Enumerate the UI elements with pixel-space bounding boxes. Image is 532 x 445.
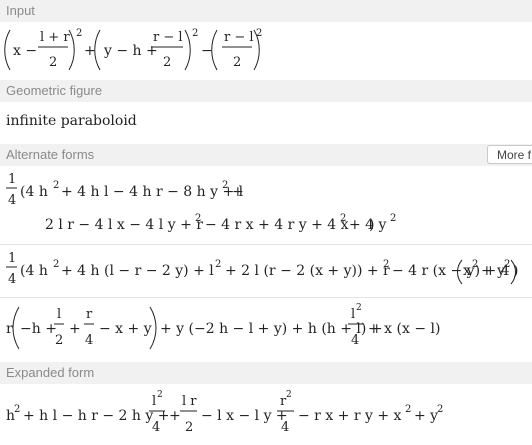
geometric-figure-header-label: Geometric figure	[6, 83, 103, 98]
svg-text:2: 2	[233, 55, 241, 70]
svg-text:4: 4	[152, 420, 160, 435]
alternate-form-2-formula: 1 4 (4 h 2 + 4 h (l − r − 2 y) + l 2 + 2…	[6, 251, 518, 287]
svg-text:+: +	[69, 321, 81, 337]
svg-text:+ 4 y: + 4 y	[349, 217, 387, 233]
svg-text:− l x − l y +: − l x − l y +	[201, 408, 288, 424]
svg-text:x: x	[463, 263, 471, 279]
expanded-form-formula: h 2 + h l − h r − 2 h y + l 2 4 + l r 2 …	[6, 390, 443, 435]
svg-text:2: 2	[222, 180, 228, 191]
svg-text:+: +	[232, 184, 244, 200]
svg-text:(4 h: (4 h	[20, 263, 48, 279]
svg-text:+ y (−2 h − l + y) + h (h + l): + y (−2 h − l + y) + h (h + l) +	[160, 321, 383, 337]
svg-text:1: 1	[8, 251, 16, 266]
svg-text:+: +	[84, 43, 96, 59]
svg-text:2: 2	[53, 259, 59, 270]
svg-text:2: 2	[163, 55, 171, 70]
svg-text:y − h +: y − h +	[103, 43, 158, 59]
input-header-label: Input	[6, 3, 35, 18]
svg-text:2: 2	[53, 180, 59, 191]
svg-text:2: 2	[340, 213, 346, 224]
svg-text:+ h l − h r − 2 h y +: + h l − h r − 2 h y +	[23, 408, 169, 424]
svg-text:4: 4	[351, 333, 359, 348]
alternate-form-3-formula: r −h + l 2 + r 4 − x + y + y (−2 h − l +…	[6, 303, 440, 350]
alternate-form-2-row: 1 4 (4 h 2 + 4 h (l − r − 2 y) + l 2 + 2…	[0, 245, 532, 297]
svg-text:4: 4	[281, 420, 289, 435]
svg-text:+ y: + y	[481, 263, 505, 279]
input-section-header: Input	[0, 0, 532, 22]
svg-text:2: 2	[215, 259, 221, 270]
svg-text:2 l r − 4 l x − 4 l y + r: 2 l r − 4 l x − 4 l y + r	[45, 217, 203, 233]
alternate-form-3-row: r −h + l 2 + r 4 − x + y + y (−2 h − l +…	[0, 298, 532, 362]
alternate-form-1-row: 1 4 (4 h 2 + 4 h l − 4 h r − 8 h y + l 2…	[0, 166, 532, 244]
svg-text:r: r	[6, 321, 13, 337]
svg-text:− x + y: − x + y	[99, 321, 152, 337]
alternate-forms-header-label: Alternate forms	[6, 147, 95, 162]
svg-text:2: 2	[76, 28, 82, 39]
svg-text:4: 4	[85, 333, 93, 348]
svg-text:r: r	[86, 307, 93, 322]
geometric-figure-value: infinite paraboloid	[6, 113, 137, 129]
expanded-form-row: h 2 + h l − h r − 2 h y + l 2 4 + l r 2 …	[0, 384, 532, 445]
svg-text:l r: l r	[182, 394, 197, 409]
svg-text:+ 4 h l − 4 h r − 8 h y + l: + 4 h l − 4 h r − 8 h y + l	[61, 184, 244, 200]
svg-text:2: 2	[195, 213, 201, 224]
svg-text:l: l	[152, 394, 156, 409]
more-forms-button-label: More f	[497, 148, 532, 162]
svg-text:+ 4 h (l − r − 2 y) + l: + 4 h (l − r − 2 y) + l	[61, 263, 214, 279]
alternate-form-1-formula: 1 4 (4 h 2 + 4 h l − 4 h r − 8 h y + l 2…	[6, 172, 396, 233]
svg-text:2: 2	[157, 390, 163, 400]
svg-text:): )	[513, 263, 518, 279]
svg-text:4: 4	[8, 193, 16, 208]
svg-text:): )	[369, 217, 374, 233]
svg-text:2: 2	[356, 303, 362, 313]
svg-text:− r x + r y + x: − r x + r y + x	[298, 408, 402, 424]
more-forms-button[interactable]: More f	[487, 145, 532, 164]
svg-text:− 4 r x + 4 r y + 4 x: − 4 r x + 4 r y + 4 x	[205, 217, 349, 233]
svg-text:2: 2	[256, 28, 262, 39]
svg-text:2: 2	[14, 404, 20, 415]
svg-text:1: 1	[8, 172, 16, 187]
svg-text:r − l: r − l	[153, 30, 183, 45]
svg-text:2: 2	[383, 259, 389, 270]
svg-text:+ x (x − l): + x (x − l)	[368, 321, 440, 337]
svg-text:2: 2	[185, 420, 193, 435]
svg-text:2: 2	[504, 259, 510, 270]
svg-text:+ 2 l (r − 2 (x + y)) + r: + 2 l (r − 2 (x + y)) + r	[225, 263, 390, 279]
svg-text:4: 4	[8, 272, 16, 287]
expanded-form-header-label: Expanded form	[6, 365, 95, 380]
input-formula: x − l + r 2 2 + y − h + r − l 2 2 − r − …	[4, 28, 262, 71]
svg-text:2: 2	[405, 404, 411, 415]
geometric-figure-row: infinite paraboloid	[0, 102, 532, 140]
svg-text:+: +	[169, 408, 181, 424]
svg-text:2: 2	[286, 390, 292, 400]
svg-text:2: 2	[472, 259, 478, 270]
svg-text:x −: x −	[13, 43, 37, 59]
svg-text:−h +: −h +	[20, 321, 57, 337]
expanded-form-section-header: Expanded form	[0, 362, 532, 384]
svg-text:2: 2	[192, 28, 198, 39]
svg-text:r − l: r − l	[224, 30, 254, 45]
svg-text:2: 2	[437, 404, 443, 415]
svg-text:l: l	[351, 307, 355, 322]
geometric-figure-section-header: Geometric figure	[0, 80, 532, 102]
svg-text:−: −	[201, 43, 213, 59]
svg-text:2: 2	[390, 213, 396, 224]
svg-text:(4 h: (4 h	[20, 184, 48, 200]
alternate-forms-section-header: Alternate forms	[0, 144, 532, 166]
svg-text:2: 2	[49, 55, 57, 70]
input-row: x − l + r 2 2 + y − h + r − l 2 2 − r − …	[0, 22, 532, 76]
svg-text:l: l	[57, 307, 61, 322]
svg-text:+ y: + y	[414, 408, 438, 424]
svg-text:2: 2	[55, 333, 63, 348]
svg-text:l + r: l + r	[40, 30, 70, 45]
